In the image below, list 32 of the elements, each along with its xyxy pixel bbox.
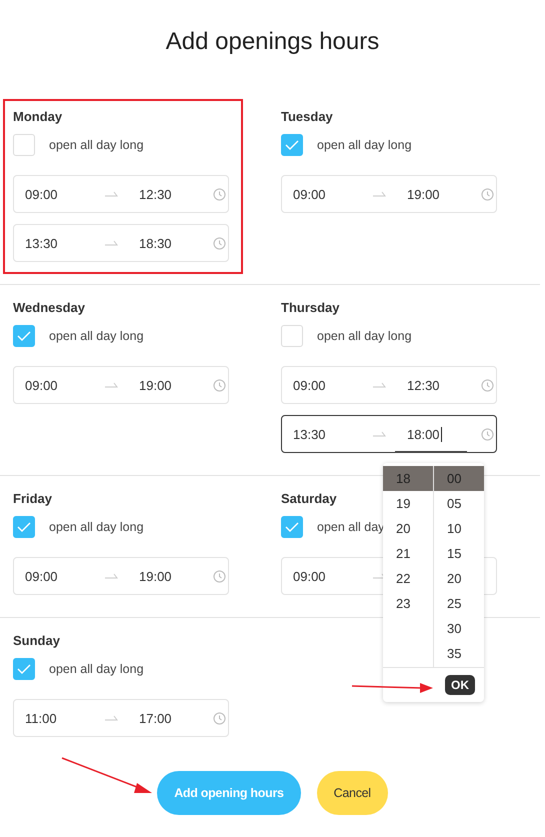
- start-time: 09:00: [25, 186, 58, 202]
- day-name: Monday: [13, 109, 62, 125]
- end-time: 19:00: [407, 186, 440, 202]
- end-time: 17:00: [139, 710, 172, 726]
- day-name: Tuesday: [281, 109, 333, 125]
- end-time: 18:30: [139, 236, 172, 250]
- start-time: 09:00: [293, 186, 326, 202]
- day-name: Friday: [13, 491, 52, 507]
- dialog-title: Add openings hours: [164, 27, 380, 57]
- end-time: 12:30: [139, 186, 172, 202]
- checkbox-label: open all day long: [49, 662, 144, 676]
- end-time: 18:00: [407, 426, 442, 442]
- start-time: 09:00: [293, 378, 326, 392]
- end-time: 19:00: [139, 568, 172, 584]
- checkbox-label: open all day long: [317, 329, 412, 343]
- start-time: 09:00: [25, 378, 58, 392]
- day-name: Wednesday: [13, 300, 86, 316]
- day-name: Saturday: [281, 491, 337, 507]
- start-time: 13:30: [293, 426, 326, 442]
- start-time: 13:30: [25, 236, 58, 250]
- end-time: 19:00: [139, 378, 172, 392]
- day-name: Thursday: [281, 300, 340, 316]
- start-time: 11:00: [25, 710, 57, 726]
- checkbox-label: open all day long: [49, 138, 144, 152]
- day-name: Sunday: [13, 633, 60, 649]
- checkbox-label: open all day: [317, 520, 384, 534]
- checkbox-label: open all day long: [49, 520, 144, 534]
- start-time: 09:00: [25, 568, 58, 584]
- checkbox-label: open all day long: [317, 138, 412, 152]
- end-time: 12:30: [407, 378, 440, 392]
- start-time: 09:00: [293, 568, 326, 584]
- checkbox-label: open all day long: [49, 329, 144, 343]
